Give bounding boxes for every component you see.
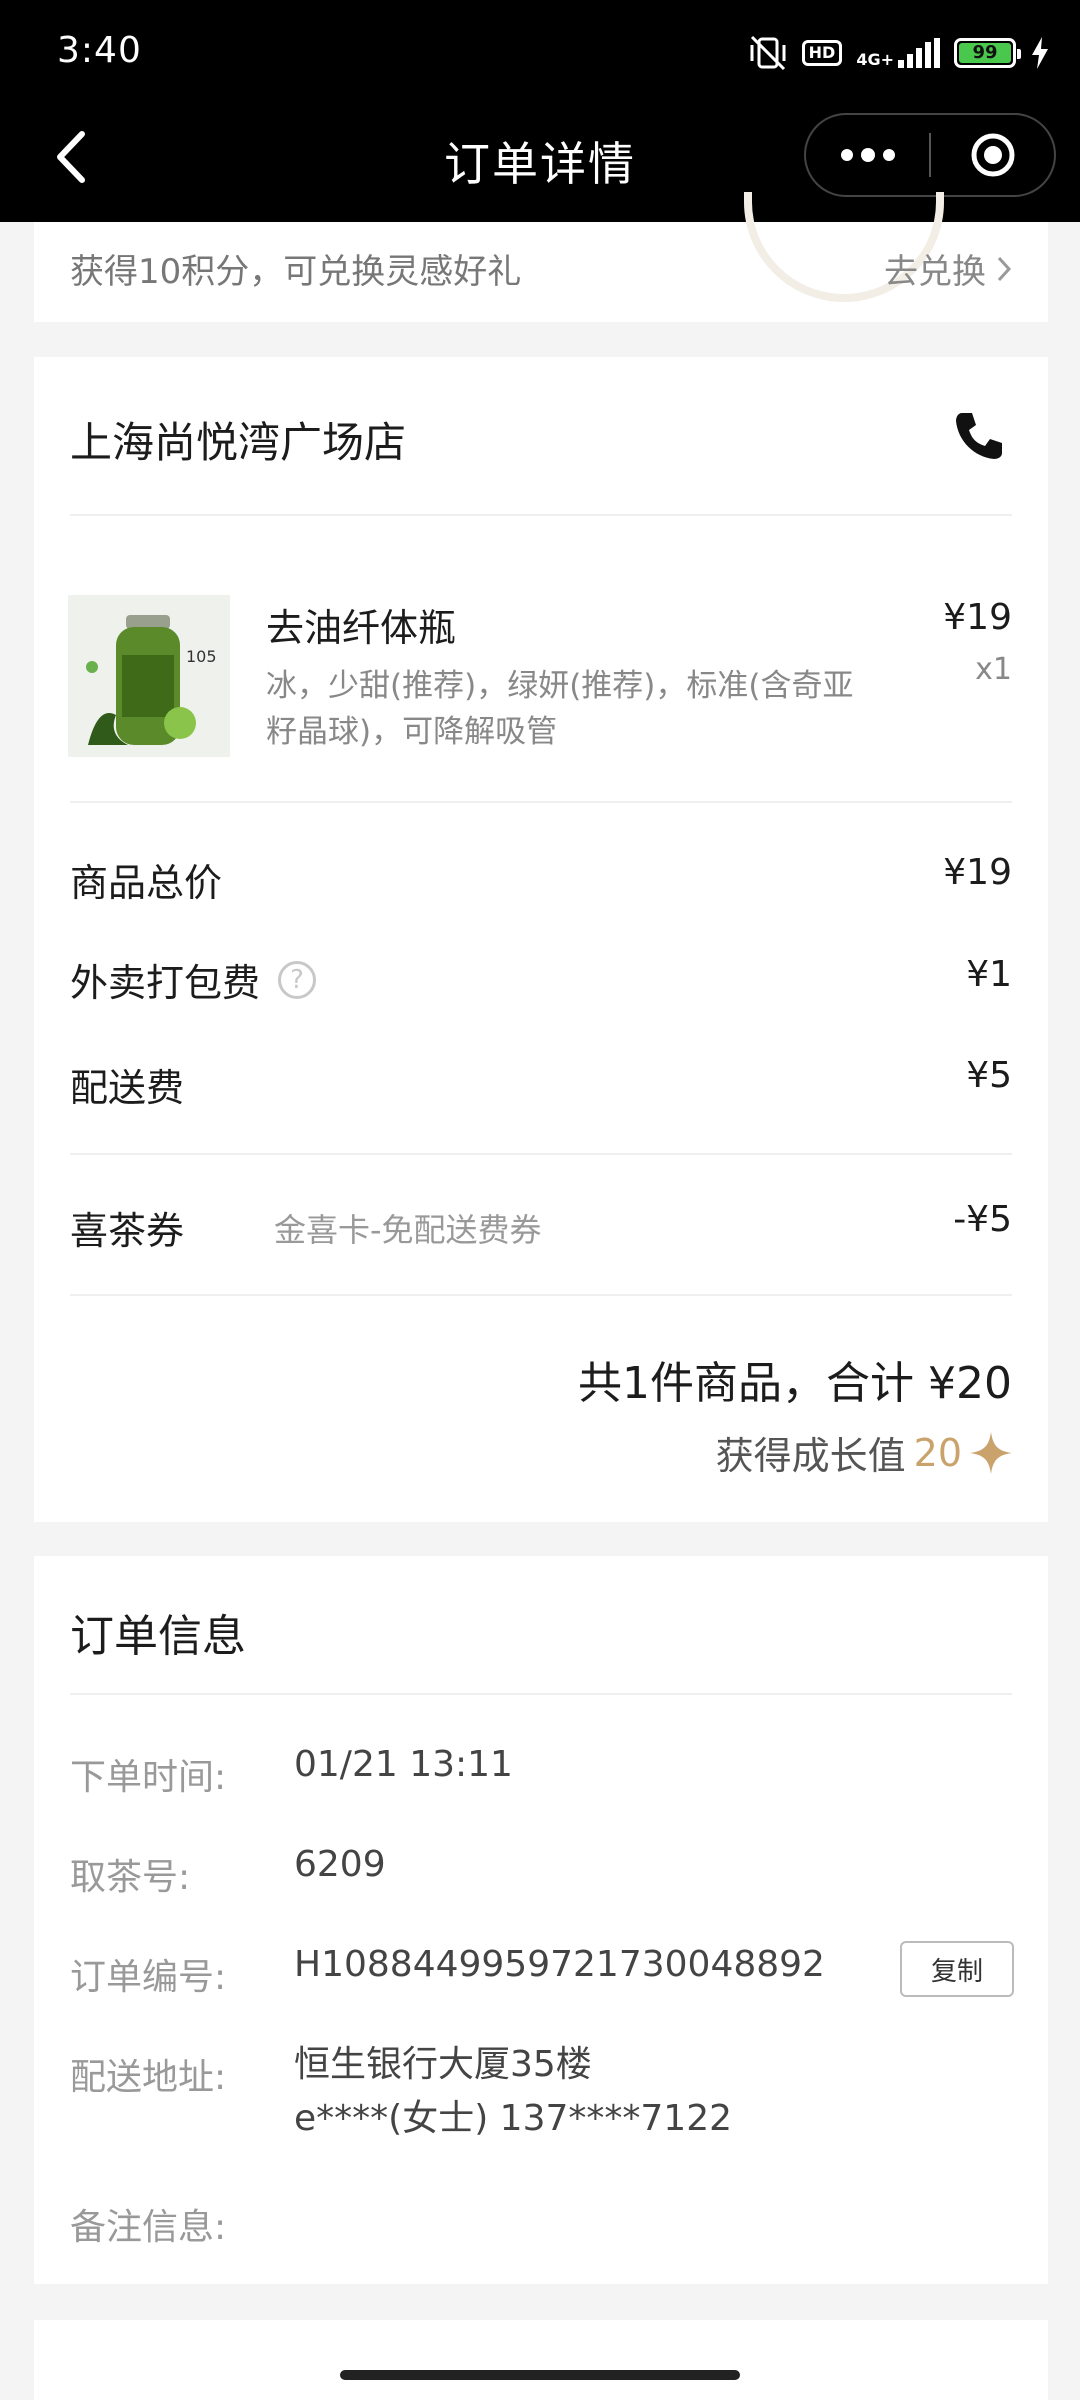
growth-label: 获得成长值	[715, 1434, 906, 1478]
battery-level: 99	[959, 43, 1011, 63]
divider	[70, 1693, 1012, 1695]
delivery-fee-value: ¥5	[966, 1055, 1012, 1096]
store-name: 上海尚悦湾广场店	[70, 418, 407, 467]
divider	[70, 514, 1012, 516]
product-price: ¥19	[943, 597, 1012, 638]
redeem-link-label: 去兑换	[884, 252, 986, 292]
delivery-fee-label: 配送费	[70, 1066, 185, 1110]
address-label: 配送地址:	[70, 2057, 227, 2098]
help-icon[interactable]: ?	[278, 960, 317, 999]
more-button[interactable]	[806, 115, 929, 195]
top-bar: 3:40 HD 4G+ 99 订单详情	[0, 0, 1080, 222]
packaging-fee-label: 外卖打包费	[70, 961, 261, 1005]
product-qty: x1	[975, 652, 1012, 687]
more-dots-icon	[840, 148, 895, 162]
order-number-value: H10884499597217300488​92	[294, 1944, 825, 1985]
growth-value: 20	[913, 1430, 962, 1475]
battery-icon: 99	[954, 38, 1021, 68]
target-icon	[971, 133, 1014, 177]
home-indicator[interactable]	[340, 2370, 740, 2380]
phone-icon	[956, 413, 1002, 459]
copy-button[interactable]: 复制	[900, 1941, 1014, 1997]
remarks-label: 备注信息:	[70, 2207, 227, 2248]
product-image: 105	[68, 595, 230, 757]
order-time-label: 下单时间:	[70, 1757, 227, 1798]
address-value: 恒生银行大厦35楼	[294, 2044, 592, 2085]
order-info-card: 订单信息 下单时间: 01/21 13:11 取茶号: 6209 订单编号: H…	[34, 1556, 1048, 2284]
growth-line: 获得成长值 20	[716, 1425, 1012, 1480]
order-card: 上海尚悦湾广场店 105 去油纤体瓶 冰，少甜(推荐)，绿妍(推荐)，标准(含奇…	[34, 357, 1048, 1522]
order-number-label: 订单编号:	[70, 1957, 227, 1998]
chevron-right-icon	[997, 256, 1012, 281]
hd-badge: HD	[801, 40, 843, 66]
next-card	[34, 2320, 1048, 2400]
mini-program-capsule	[804, 113, 1056, 197]
close-mini-program-button[interactable]	[931, 115, 1054, 195]
subtotal-label: 商品总价	[70, 861, 223, 905]
status-icons: HD 4G+ 99	[748, 30, 1050, 76]
address-contact: e****(女士) 137****7122	[294, 2098, 733, 2139]
order-time-value: 01/21 13:11	[294, 1744, 513, 1785]
product-name: 去油纤体瓶	[266, 606, 457, 650]
order-total: 共1件商品，合计 ¥20	[578, 1358, 1012, 1409]
coupon-label: 喜茶券	[70, 1209, 185, 1253]
juice-bottle-image	[68, 595, 230, 757]
signal-icon: 4G+	[856, 38, 940, 68]
network-type: 4G+	[856, 50, 894, 69]
coupon-desc: 金喜卡-免配送费券	[274, 1211, 542, 1249]
divider	[70, 1153, 1012, 1155]
order-info-title: 订单信息	[70, 1611, 246, 1662]
points-card: 获得10积分，可兑换灵感好礼 去兑换	[34, 192, 1048, 322]
product-image-label: 105	[186, 647, 217, 666]
charging-icon	[1032, 37, 1048, 69]
product-spec: 冰，少甜(推荐)，绿妍(推荐)，标准(含奇亚籽晶球)，可降解吸管	[266, 668, 854, 750]
divider	[70, 801, 1012, 803]
subtotal-value: ¥19	[943, 852, 1012, 893]
sparkle-icon	[970, 1431, 1012, 1474]
mute-vibrate-icon	[750, 35, 786, 71]
status-time: 3:40	[57, 30, 142, 71]
packaging-fee-value: ¥1	[966, 954, 1012, 995]
divider	[70, 1294, 1012, 1296]
pickup-number-label: 取茶号:	[70, 1857, 191, 1898]
points-text: 获得10积分，可兑换灵感好礼	[70, 252, 522, 292]
packaging-fee-row: 外卖打包费 ?	[70, 952, 317, 1007]
coupon-value: -¥5	[953, 1199, 1012, 1240]
call-store-button[interactable]	[952, 409, 1006, 463]
redeem-link[interactable]: 去兑换	[884, 244, 1012, 293]
pickup-number-value: 6209	[294, 1844, 386, 1885]
